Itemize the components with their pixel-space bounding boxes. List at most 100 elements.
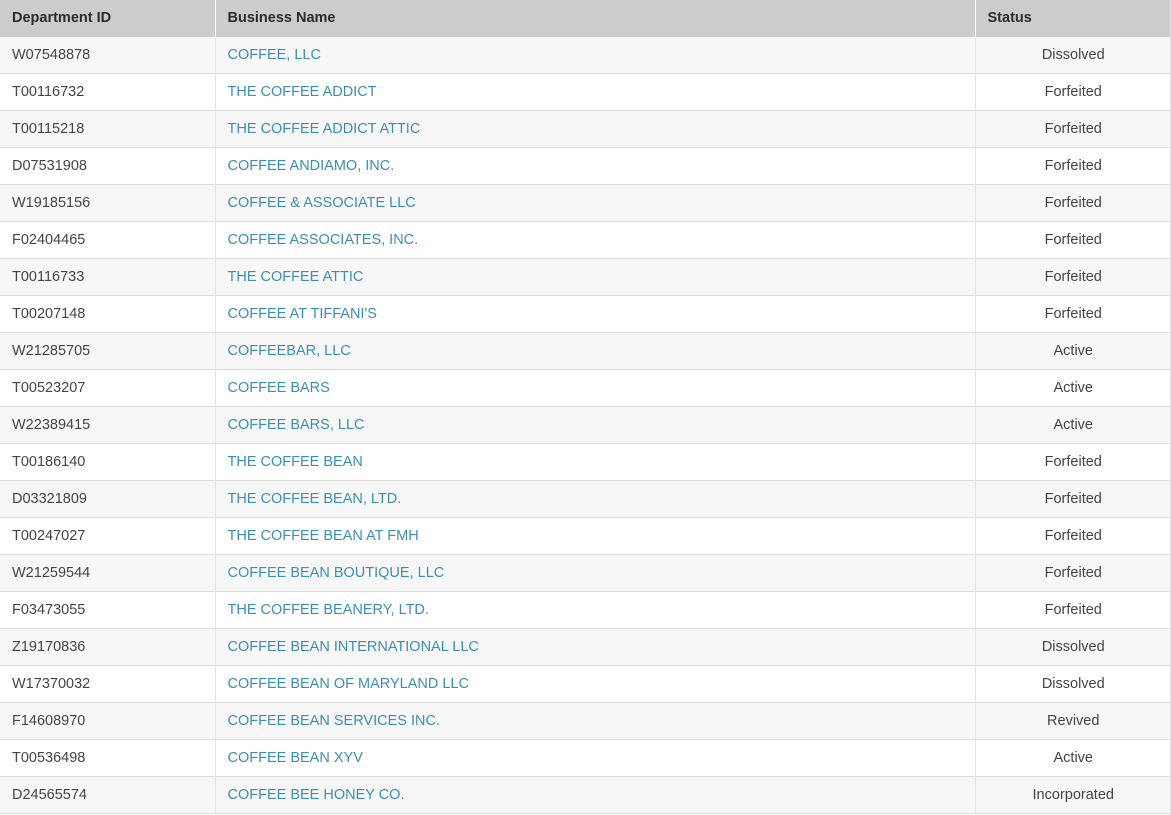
cell-department-id: W19185156 [0, 184, 216, 222]
cell-business-name: COFFEE BEE HONEY CO. [215, 776, 976, 814]
business-name-link[interactable]: COFFEE BEAN XYV [228, 750, 363, 766]
cell-business-name: THE COFFEE BEAN, LTD. [215, 480, 976, 518]
table-row: W22389415 COFFEE BARS, LLC Active [0, 406, 1171, 444]
table-row: W21259544 COFFEE BEAN BOUTIQUE, LLC Forfei… [0, 554, 1171, 592]
cell-department-id: D24565574 [0, 776, 216, 814]
cell-business-name: COFFEE, LLC [215, 37, 976, 74]
cell-department-id: W21259544 [0, 554, 216, 592]
cell-department-id: W07548878 [0, 37, 216, 74]
business-name-link[interactable]: THE COFFEE ADDICT [228, 84, 377, 100]
cell-business-name: COFFEE BARS, LLC [215, 406, 976, 444]
business-name-link[interactable]: THE COFFEE BEAN, LTD. [228, 491, 402, 507]
cell-department-id: T00207148 [0, 295, 216, 333]
cell-status: Incorporated [975, 776, 1171, 814]
cell-status: Active [975, 406, 1171, 444]
cell-business-name: COFFEE BEAN INTERNATIONAL LLC [215, 628, 976, 666]
business-name-link[interactable]: COFFEE AT TIFFANI'S [228, 306, 377, 322]
business-name-link[interactable]: THE COFFEE ADDICT ATTIC [228, 121, 421, 137]
cell-business-name: THE COFFEE BEAN [215, 443, 976, 481]
cell-business-name: COFFEE BEAN XYV [215, 739, 976, 777]
table-row: W19185156 COFFEE & ASSOCIATE LLC Forfeited [0, 184, 1171, 222]
cell-department-id: D07531908 [0, 147, 216, 185]
cell-status: Forfeited [975, 184, 1171, 222]
cell-department-id: D03321809 [0, 480, 216, 518]
cell-business-name: COFFEE BEAN BOUTIQUE, LLC [215, 554, 976, 592]
table-row: T00536498 COFFEE BEAN XYV Active [0, 739, 1171, 777]
cell-department-id: T00186140 [0, 443, 216, 481]
cell-department-id: F03473055 [0, 591, 216, 629]
table-row: Z19170836 COFFEE BEAN INTERNATIONAL LLC Di… [0, 628, 1171, 666]
cell-business-name: COFFEE BEAN OF MARYLAND LLC [215, 665, 976, 703]
cell-status: Forfeited [975, 147, 1171, 185]
business-name-link[interactable]: COFFEE ASSOCIATES, INC. [228, 232, 419, 248]
cell-business-name: THE COFFEE BEANERY, LTD. [215, 591, 976, 629]
table-header: Department ID Business Name Status [0, 0, 1171, 37]
cell-department-id: T00116733 [0, 258, 216, 296]
business-name-link[interactable]: THE COFFEE BEAN [228, 454, 363, 470]
cell-status: Dissolved [975, 37, 1171, 74]
table-row: T00523207 COFFEE BARS Active [0, 369, 1171, 407]
cell-status: Forfeited [975, 591, 1171, 629]
cell-status: Revived [975, 702, 1171, 740]
business-name-link[interactable]: COFFEE BEAN SERVICES INC. [228, 713, 440, 729]
table-body: W07548878 COFFEE, LLC Dissolved T00116732 TH… [0, 37, 1171, 814]
cell-status: Forfeited [975, 258, 1171, 296]
cell-business-name: COFFEE ANDIAMO, INC. [215, 147, 976, 185]
cell-status: Active [975, 739, 1171, 777]
cell-status: Forfeited [975, 295, 1171, 333]
business-name-link[interactable]: THE COFFEE ATTIC [228, 269, 364, 285]
table-row: W07548878 COFFEE, LLC Dissolved [0, 37, 1171, 74]
cell-business-name: COFFEE AT TIFFANI'S [215, 295, 976, 333]
cell-department-id: T00247027 [0, 517, 216, 555]
table-row: D03321809 THE COFFEE BEAN, LTD. Forfeited [0, 480, 1171, 518]
business-name-link[interactable]: COFFEE ANDIAMO, INC. [228, 158, 395, 174]
column-header-status[interactable]: Status [975, 0, 1171, 37]
cell-status: Forfeited [975, 110, 1171, 148]
table-header-row: Department ID Business Name Status [0, 0, 1171, 37]
cell-department-id: Z19170836 [0, 628, 216, 666]
cell-business-name: COFFEE BEAN SERVICES INC. [215, 702, 976, 740]
business-name-link[interactable]: COFFEE BARS [228, 380, 330, 396]
cell-status: Forfeited [975, 221, 1171, 259]
table-row: T00116733 THE COFFEE ATTIC Forfeited [0, 258, 1171, 296]
business-name-link[interactable]: COFFEE BEAN BOUTIQUE, LLC [228, 565, 445, 581]
business-name-link[interactable]: COFFEE BARS, LLC [228, 417, 365, 433]
cell-business-name: THE COFFEE ADDICT ATTIC [215, 110, 976, 148]
cell-business-name: COFFEE BARS [215, 369, 976, 407]
business-name-link[interactable]: COFFEE BEAN INTERNATIONAL LLC [228, 639, 479, 655]
cell-business-name: THE COFFEE ATTIC [215, 258, 976, 296]
cell-status: Forfeited [975, 554, 1171, 592]
table-row: T00115218 THE COFFEE ADDICT ATTIC Forfeite… [0, 110, 1171, 148]
cell-department-id: W21285705 [0, 332, 216, 370]
column-header-business-name[interactable]: Business Name [215, 0, 976, 37]
table-row: D24565574 COFFEE BEE HONEY CO. Incorporate… [0, 776, 1171, 814]
column-header-department-id[interactable]: Department ID [0, 0, 216, 37]
business-search-results: Department ID Business Name Status W0754… [0, 0, 1171, 815]
business-name-link[interactable]: COFFEE, LLC [228, 47, 321, 63]
business-name-link[interactable]: COFFEEBAR, LLC [228, 343, 351, 359]
table-row: W21285705 COFFEEBAR, LLC Active [0, 332, 1171, 370]
table-row: F14608970 COFFEE BEAN SERVICES INC. Revive… [0, 702, 1171, 740]
cell-status: Forfeited [975, 73, 1171, 111]
cell-status: Forfeited [975, 480, 1171, 518]
cell-department-id: W17370032 [0, 665, 216, 703]
cell-department-id: T00523207 [0, 369, 216, 407]
cell-business-name: THE COFFEE BEAN AT FMH [215, 517, 976, 555]
table-row: T00186140 THE COFFEE BEAN Forfeited [0, 443, 1171, 481]
business-name-link[interactable]: COFFEE BEE HONEY CO. [228, 787, 405, 803]
table-row: T00116732 THE COFFEE ADDICT Forfeited [0, 73, 1171, 111]
cell-department-id: F02404465 [0, 221, 216, 259]
cell-status: Dissolved [975, 665, 1171, 703]
business-name-link[interactable]: THE COFFEE BEANERY, LTD. [228, 602, 429, 618]
business-results-table: Department ID Business Name Status W0754… [0, 0, 1171, 814]
cell-status: Dissolved [975, 628, 1171, 666]
business-name-link[interactable]: COFFEE & ASSOCIATE LLC [228, 195, 416, 211]
cell-status: Active [975, 332, 1171, 370]
business-name-link[interactable]: THE COFFEE BEAN AT FMH [228, 528, 419, 544]
table-row: D07531908 COFFEE ANDIAMO, INC. Forfeited [0, 147, 1171, 185]
table-row: F03473055 THE COFFEE BEANERY, LTD. Forfeit… [0, 591, 1171, 629]
table-row: W17370032 COFFEE BEAN OF MARYLAND LLC Diss… [0, 665, 1171, 703]
business-name-link[interactable]: COFFEE BEAN OF MARYLAND LLC [228, 676, 469, 692]
table-row: T00247027 THE COFFEE BEAN AT FMH Forfeited [0, 517, 1171, 555]
cell-department-id: W22389415 [0, 406, 216, 444]
